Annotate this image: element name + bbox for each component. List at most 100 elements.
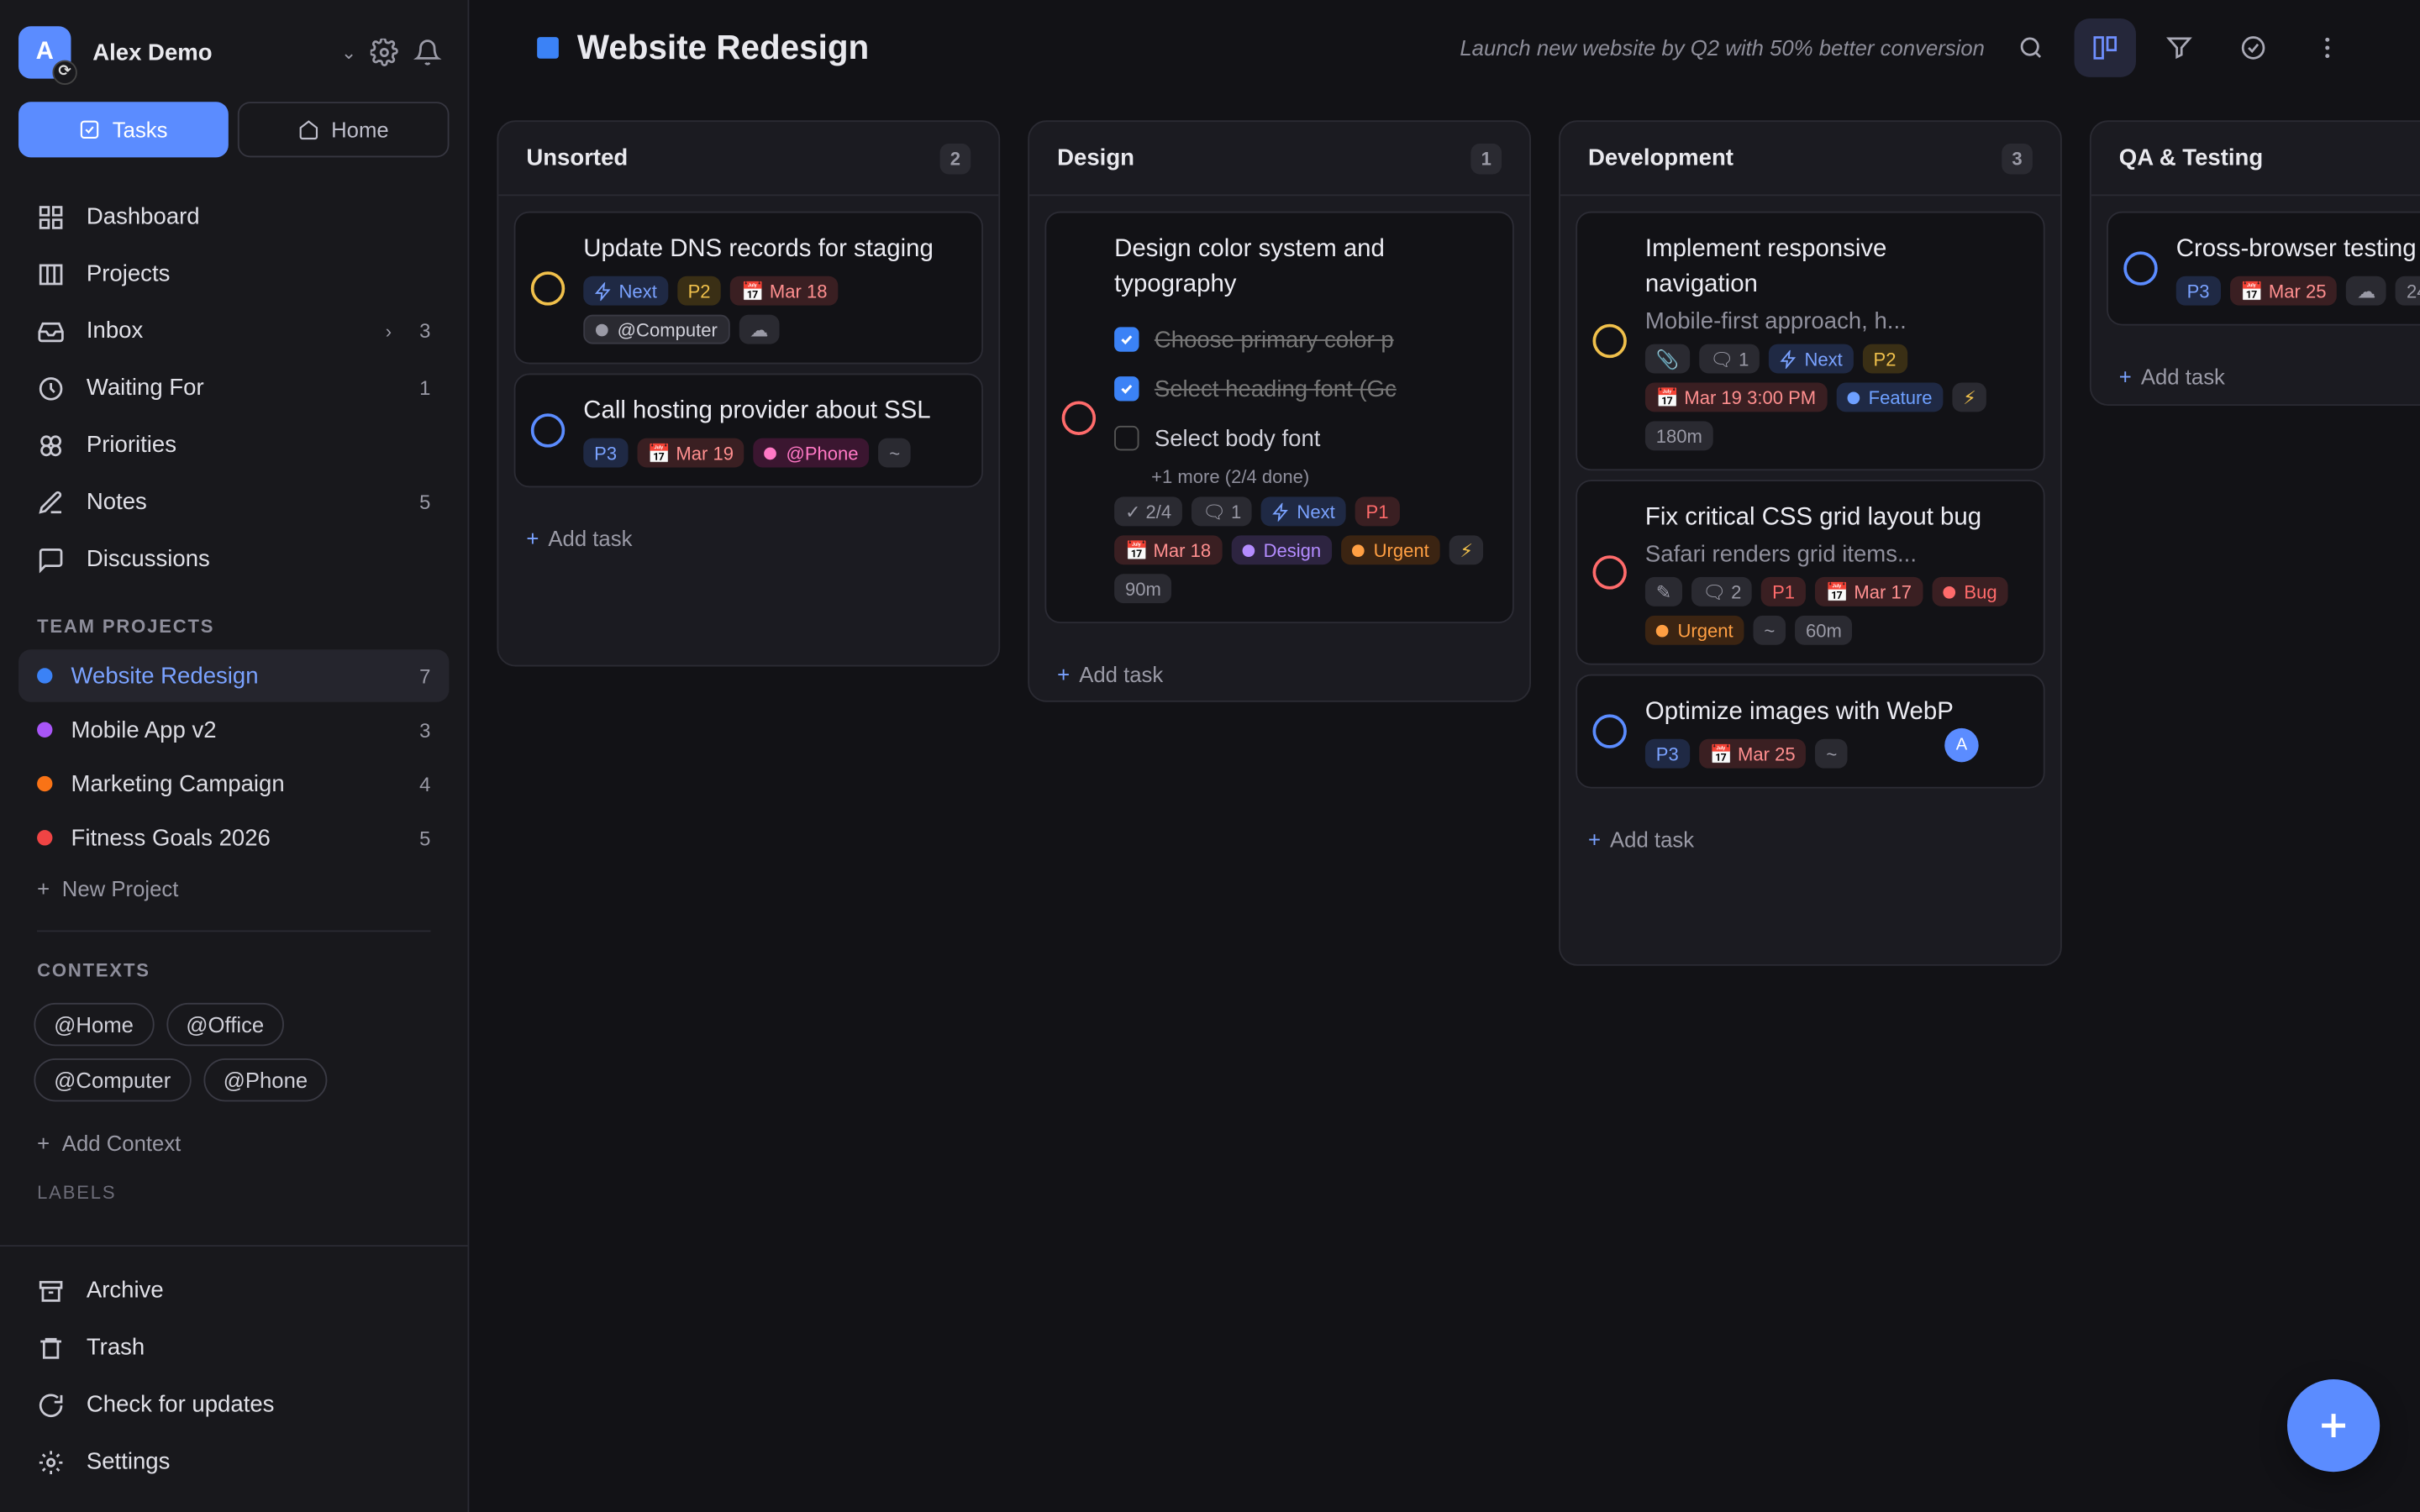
more-options-button[interactable] — [2296, 18, 2358, 77]
subtask-item[interactable]: Select heading font (Gc — [1114, 364, 1494, 413]
comments-chip[interactable]: 🗨 1 — [1192, 496, 1253, 527]
subtask-progress-chip[interactable]: ✓ 2/4 — [1114, 496, 1183, 527]
nav-projects[interactable]: Projects — [18, 245, 449, 302]
due-date-chip[interactable]: 📅 Mar 18 — [730, 276, 839, 306]
task-card[interactable]: Cross-browser testing P3 📅 Mar 25 ☁ 240 — [2107, 211, 2420, 326]
priority-chip[interactable]: P2 — [1862, 344, 1907, 374]
comments-chip[interactable]: 🗨 1 — [1699, 344, 1760, 374]
estimate-chip[interactable]: 180m — [1644, 421, 1713, 451]
nav-priorities[interactable]: Priorities — [18, 417, 449, 474]
add-task-button[interactable]: + Add task — [1029, 648, 1529, 700]
filter-button[interactable] — [2149, 18, 2210, 77]
nav-waiting-for[interactable]: Waiting For 1 — [18, 360, 449, 417]
estimate-chip[interactable]: 60m — [1795, 615, 1853, 645]
due-date-chip[interactable]: 📅 Mar 18 — [1114, 535, 1222, 565]
nav-notes[interactable]: Notes 5 — [18, 474, 449, 531]
nav-archive[interactable]: Archive — [18, 1262, 449, 1319]
task-card[interactable]: Implement responsive navigation Mobile-f… — [1576, 211, 2045, 471]
energy-chip[interactable]: ⚡ — [1449, 535, 1484, 565]
status-circle[interactable] — [1061, 400, 1097, 435]
project-marketing-campaign[interactable]: Marketing Campaign 4 — [18, 758, 449, 810]
subtask-checkbox[interactable] — [1114, 425, 1139, 451]
priority-chip[interactable]: P3 — [2175, 276, 2221, 306]
user-row[interactable]: A ⟳ Alex Demo ⌄ — [18, 22, 449, 86]
priority-chip[interactable]: P3 — [1644, 738, 1690, 769]
project-website-redesign[interactable]: Website Redesign 7 — [18, 649, 450, 702]
nav-check-updates[interactable]: Check for updates — [18, 1376, 449, 1433]
task-card[interactable]: Design color system and typography Choos… — [1044, 211, 1514, 624]
priority-chip[interactable]: P2 — [676, 276, 722, 306]
label-chip[interactable]: Feature — [1836, 382, 1944, 412]
estimate-chip[interactable]: 240 — [2396, 276, 2420, 306]
assignee-avatar[interactable]: A — [1944, 727, 1979, 763]
due-date-chip[interactable]: 📅 Mar 25 — [1698, 738, 1807, 769]
label-chip[interactable]: Bug — [1931, 576, 2008, 606]
subtask-item[interactable]: Select body font — [1114, 413, 1494, 463]
label-chip[interactable]: Urgent — [1341, 535, 1440, 565]
task-card[interactable]: Optimize images with WebP A P3 📅 Mar 25 … — [1576, 674, 2045, 789]
context-office[interactable]: @Office — [166, 1002, 285, 1047]
due-date-chip[interactable]: 📅 Mar 17 — [1814, 576, 1923, 606]
search-button[interactable] — [2000, 18, 2061, 77]
context-chip[interactable]: @Phone — [753, 438, 870, 468]
due-date-chip[interactable]: 📅 Mar 19 3:00 PM — [1644, 382, 1828, 412]
status-circle[interactable] — [1592, 323, 1627, 359]
status-circle[interactable] — [530, 413, 566, 448]
user-avatar[interactable]: A ⟳ — [18, 26, 77, 86]
energy-chip[interactable]: ~ — [1753, 615, 1786, 645]
nav-dashboard[interactable]: Dashboard — [18, 188, 449, 245]
status-circle[interactable] — [2123, 251, 2158, 286]
due-date-chip[interactable]: 📅 Mar 25 — [2229, 276, 2338, 306]
task-card[interactable]: Update DNS records for staging Next P2 📅… — [513, 211, 983, 365]
attachment-chip[interactable]: 📎 — [1644, 344, 1691, 374]
next-action-chip[interactable]: Next — [583, 276, 668, 306]
gear-icon[interactable] — [363, 31, 406, 74]
estimate-chip[interactable]: 90m — [1114, 574, 1172, 604]
status-circle[interactable] — [1592, 555, 1627, 590]
context-chip[interactable]: @Computer — [583, 314, 730, 344]
tab-home[interactable]: Home — [236, 102, 450, 158]
task-card[interactable]: Fix critical CSS grid layout bug Safari … — [1576, 480, 2045, 665]
subtasks-more[interactable]: +1 more (2/4 done) — [1151, 466, 1494, 488]
label-chip[interactable]: Design — [1230, 535, 1333, 565]
nav-discussions[interactable]: Discussions — [18, 531, 449, 588]
subtask-checkbox[interactable] — [1114, 327, 1139, 352]
energy-chip[interactable]: ☁ — [739, 314, 780, 344]
energy-chip[interactable]: ~ — [878, 438, 912, 468]
status-circle[interactable] — [530, 270, 566, 305]
bell-icon[interactable] — [406, 31, 449, 74]
board-view-button[interactable] — [2074, 18, 2136, 77]
task-card[interactable]: Call hosting provider about SSL P3 📅 Mar… — [513, 373, 983, 488]
context-computer[interactable]: @Computer — [34, 1058, 192, 1102]
chevron-down-icon[interactable]: ⌄ — [335, 42, 363, 64]
context-home[interactable]: @Home — [34, 1002, 154, 1047]
nav-trash[interactable]: Trash — [18, 1319, 449, 1376]
new-project-button[interactable]: + New Project — [18, 865, 449, 911]
add-task-button[interactable]: + Add task — [1560, 813, 2060, 865]
status-circle[interactable] — [1592, 714, 1627, 748]
priority-chip[interactable]: P1 — [1355, 496, 1400, 527]
next-action-chip[interactable]: Next — [1261, 496, 1346, 527]
subtask-item[interactable]: Choose primary color p — [1114, 315, 1494, 365]
energy-chip[interactable]: ⚡ — [1952, 382, 1987, 412]
add-floating-button[interactable] — [2286, 1379, 2381, 1473]
priority-chip[interactable]: P3 — [583, 438, 628, 468]
nav-inbox[interactable]: Inbox › 3 — [18, 302, 449, 360]
project-fitness-goals[interactable]: Fitness Goals 2026 5 — [18, 811, 449, 864]
project-mobile-app[interactable]: Mobile App v2 3 — [18, 704, 449, 756]
energy-chip[interactable]: ☁ — [2346, 276, 2387, 306]
tab-tasks[interactable]: Tasks — [18, 102, 228, 158]
priority-chip[interactable]: P1 — [1761, 576, 1806, 606]
add-task-button[interactable]: + Add task — [498, 512, 998, 564]
label-chip[interactable]: Urgent — [1644, 615, 1744, 645]
energy-chip[interactable]: ~ — [1815, 738, 1849, 769]
completed-toggle-button[interactable] — [2223, 18, 2284, 77]
due-date-chip[interactable]: 📅 Mar 19 — [636, 438, 744, 468]
add-task-button[interactable]: + Add task — [2091, 350, 2420, 402]
nav-settings[interactable]: Settings — [18, 1433, 449, 1490]
subtask-checkbox[interactable] — [1114, 376, 1139, 402]
next-action-chip[interactable]: Next — [1769, 344, 1854, 374]
notes-chip[interactable]: ✎ — [1644, 576, 1683, 606]
comments-chip[interactable]: 🗨 2 — [1691, 576, 1753, 606]
context-phone[interactable]: @Phone — [203, 1058, 329, 1102]
